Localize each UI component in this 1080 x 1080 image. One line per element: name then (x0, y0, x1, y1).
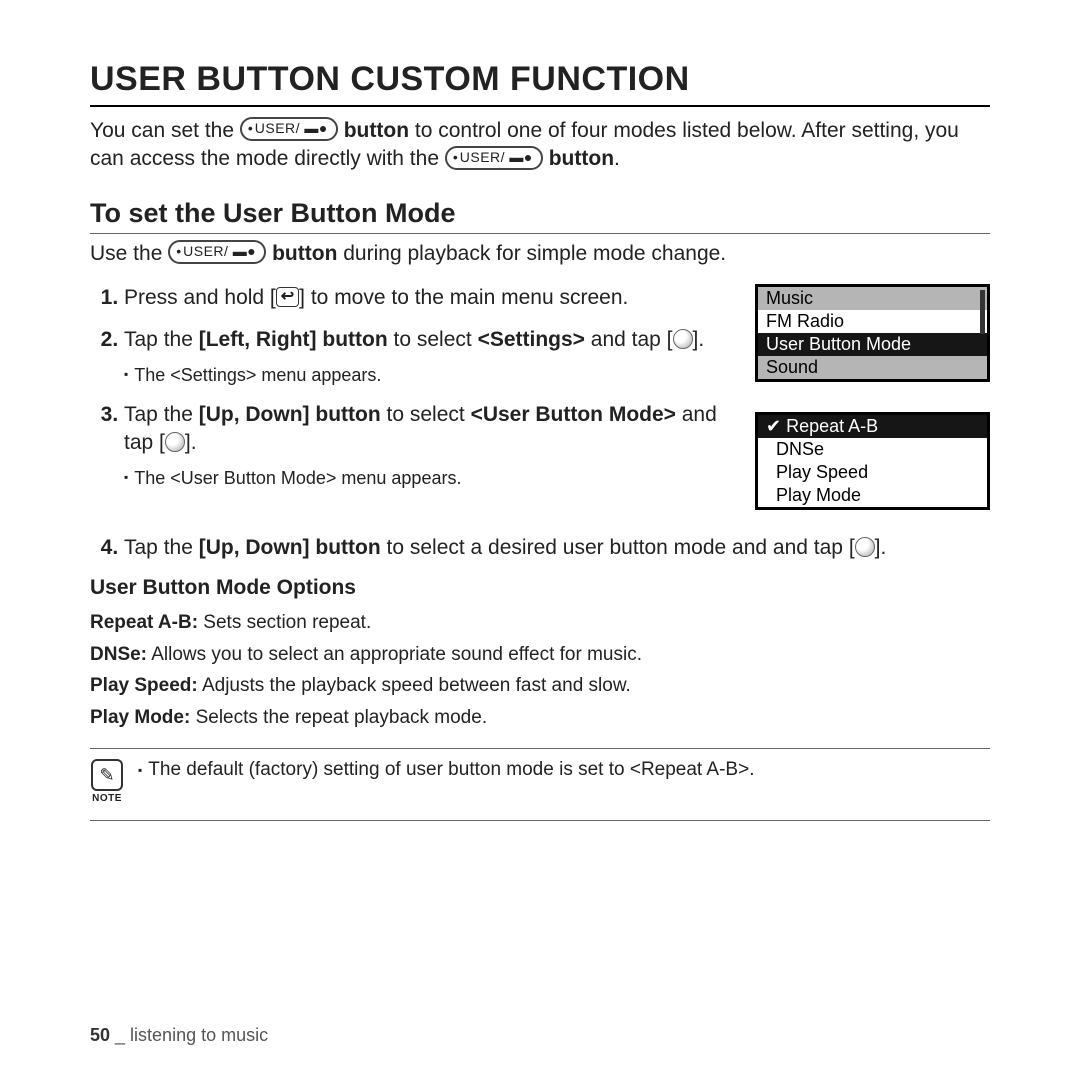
select-icon (855, 537, 875, 557)
user-button-icon: USER/ ▬● (240, 117, 338, 141)
step-3: Tap the [Up, Down] button to select <Use… (124, 401, 745, 490)
section-heading: To set the User Button Mode (90, 198, 990, 229)
scrollbar-icon (980, 290, 985, 334)
step-2-note: The <Settings> menu appears. (124, 363, 745, 387)
menu-item-selected: User Button Mode (758, 333, 987, 356)
menu-item: Play Mode (758, 484, 987, 507)
user-button-icon: USER/ ▬● (445, 146, 543, 170)
intro-bold: button (344, 119, 409, 142)
menu-item: Sound (758, 356, 987, 379)
options-list: Repeat A-B: Sets section repeat. DNSe: A… (90, 608, 990, 732)
menu-screen-1: Music FM Radio User Button Mode Sound (755, 284, 990, 382)
menu-item: FM Radio (758, 310, 987, 333)
section-rule (90, 233, 990, 234)
step-3-note: The <User Button Mode> menu appears. (124, 466, 745, 490)
step-4: Tap the [Up, Down] button to select a de… (124, 534, 990, 562)
section-intro: Use the USER/ ▬● button during playback … (90, 242, 990, 266)
note-label: NOTE (90, 793, 124, 804)
page-title: USER BUTTON CUSTOM FUNCTION (90, 60, 990, 99)
menu-screen-2: ✔ Repeat A-B DNSe Play Speed Play Mode (755, 412, 990, 510)
user-button-icon: USER/ ▬● (168, 240, 266, 264)
note-block: ✎ NOTE The default (factory) setting of … (90, 759, 990, 804)
step-1: Press and hold [↩] to move to the main m… (124, 284, 745, 312)
note-icon: ✎ (91, 759, 123, 791)
note-rule-top (90, 748, 990, 749)
back-icon: ↩ (276, 287, 299, 307)
menu-item: DNSe (758, 438, 987, 461)
note-text: The default (factory) setting of user bu… (138, 759, 754, 781)
intro-bold: button (549, 147, 614, 170)
footer-section: listening to music (130, 1025, 268, 1045)
title-rule (90, 105, 990, 107)
options-heading: User Button Mode Options (90, 576, 990, 600)
intro-text: You can set the (90, 119, 240, 142)
page-number: 50 (90, 1025, 110, 1045)
select-icon (165, 432, 185, 452)
step-2: Tap the [Left, Right] button to select <… (124, 326, 745, 387)
menu-item: Play Speed (758, 461, 987, 484)
select-icon (673, 329, 693, 349)
intro-paragraph: You can set the USER/ ▬● button to contr… (90, 117, 990, 174)
page-footer: 50 _ listening to music (90, 1025, 268, 1046)
menu-item: Music (758, 287, 987, 310)
note-rule-bottom (90, 820, 990, 821)
check-icon: ✔ (766, 416, 781, 436)
menu-item-selected: ✔ Repeat A-B (758, 415, 987, 438)
